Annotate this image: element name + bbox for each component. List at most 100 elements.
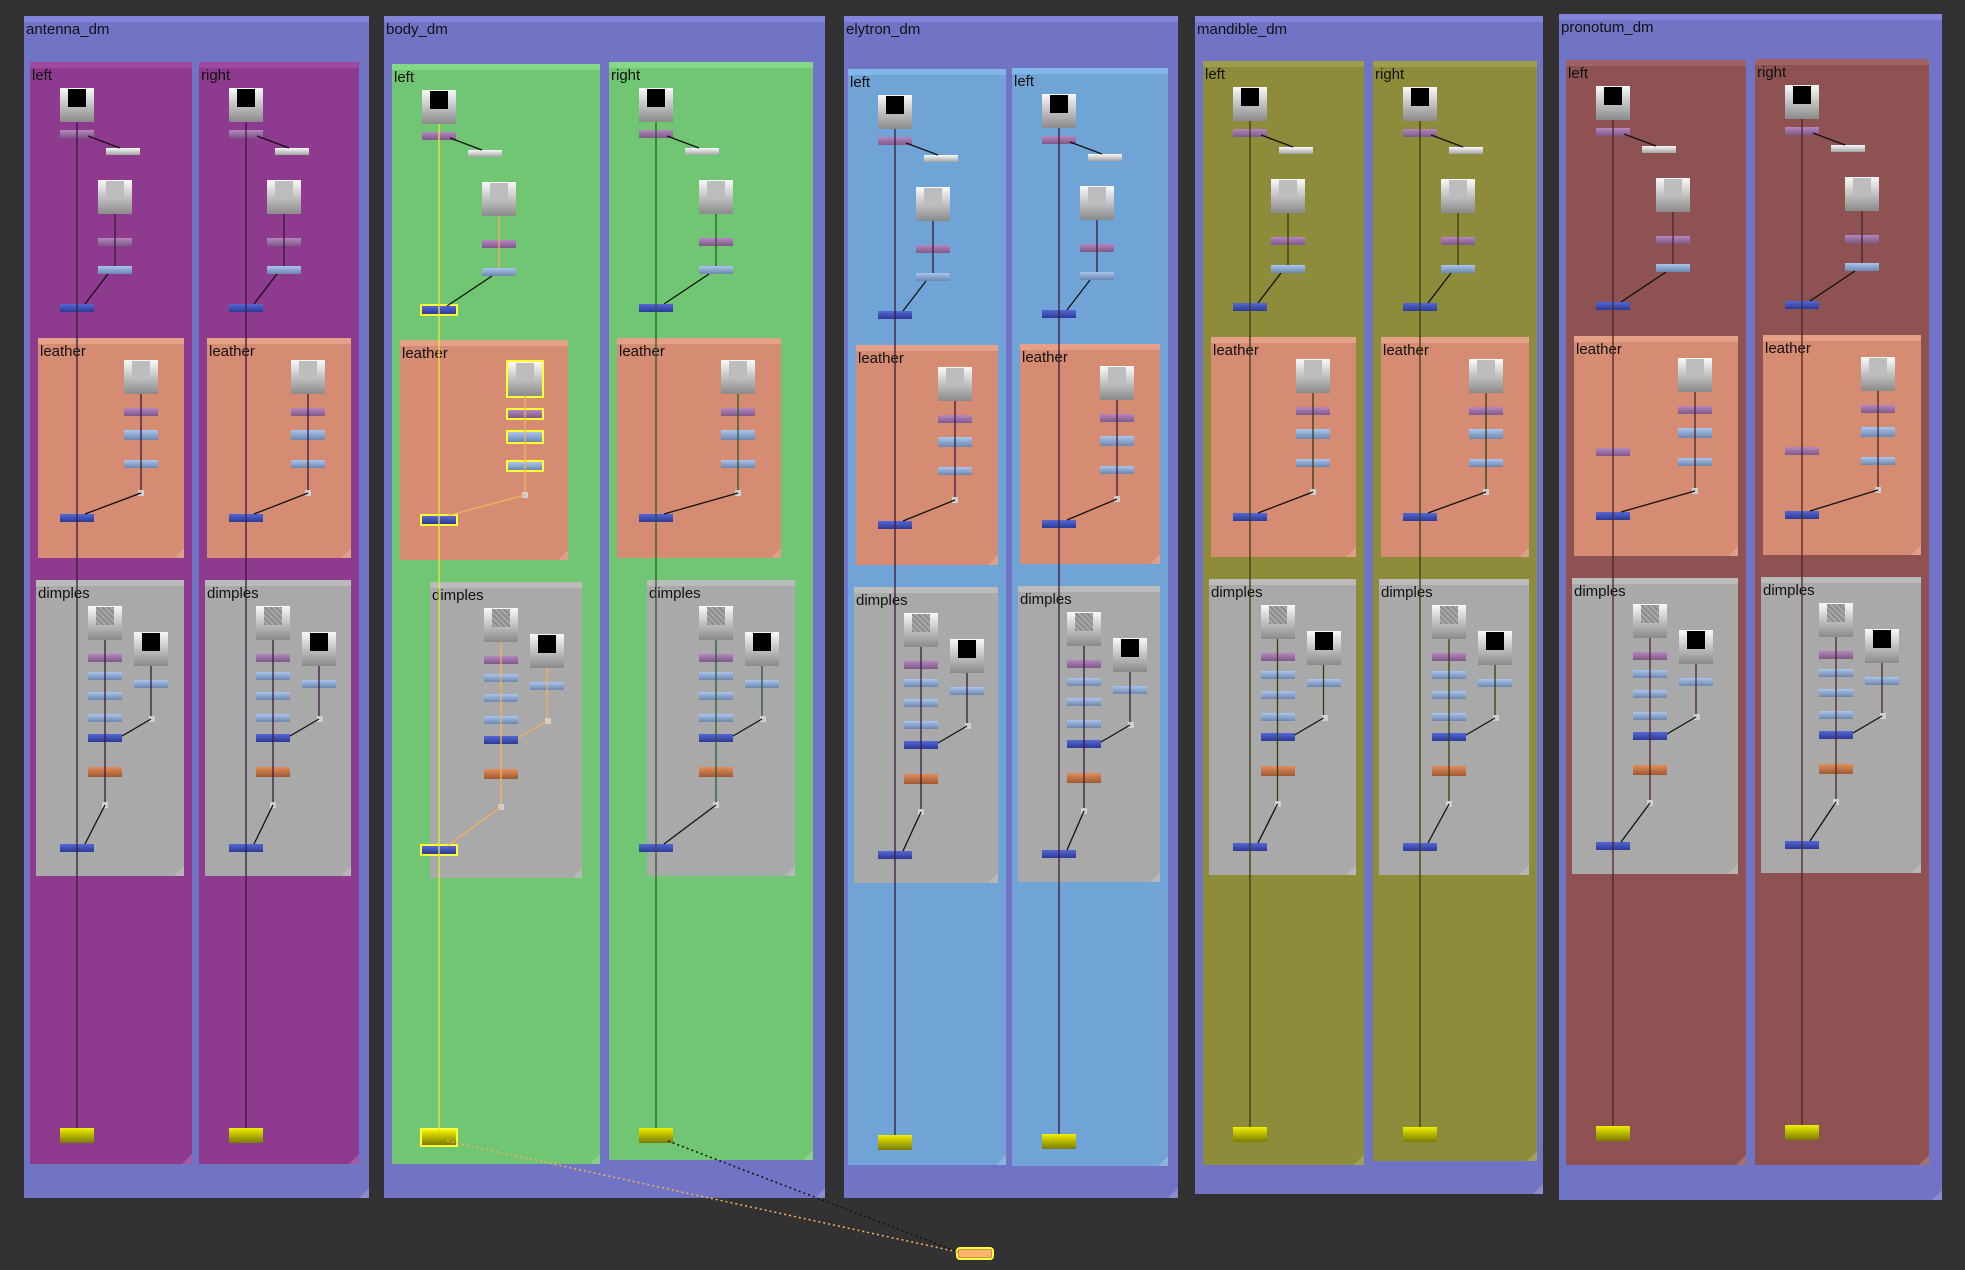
read-node[interactable]: [484, 608, 518, 642]
subgroup-title-bar[interactable]: [848, 69, 1006, 75]
resize-handle[interactable]: [1354, 1155, 1364, 1165]
read-node[interactable]: [699, 180, 733, 214]
write-node[interactable]: [60, 1128, 94, 1143]
grade-node[interactable]: [1432, 671, 1466, 679]
grade-node[interactable]: [699, 266, 733, 274]
colorspace-node[interactable]: [1100, 414, 1134, 422]
dot-node[interactable]: [1493, 715, 1499, 721]
merge-node[interactable]: [1067, 740, 1101, 748]
grade-node[interactable]: [484, 674, 518, 682]
colorspace-node[interactable]: [1067, 660, 1101, 668]
dot-node[interactable]: [1310, 489, 1316, 495]
merge-node[interactable]: [1596, 512, 1630, 520]
subgroup-title-bar[interactable]: [392, 64, 600, 70]
read-node[interactable]: [721, 360, 755, 394]
dot-node[interactable]: [1128, 722, 1134, 728]
read-node[interactable]: [1845, 177, 1879, 211]
resize-handle[interactable]: [815, 1188, 825, 1198]
merge-node[interactable]: [639, 514, 673, 522]
read-node[interactable]: [291, 360, 325, 394]
resize-handle[interactable]: [1911, 863, 1921, 873]
resize-handle[interactable]: [359, 1188, 369, 1198]
merge-node[interactable]: [1260, 733, 1295, 741]
read-node[interactable]: [1100, 366, 1134, 400]
dot-node[interactable]: [102, 802, 108, 808]
grade-node[interactable]: [484, 716, 518, 724]
resize-handle[interactable]: [803, 1150, 813, 1160]
merge-node[interactable]: [904, 741, 938, 749]
dot-node[interactable]: [1875, 487, 1881, 493]
grade-node[interactable]: [1656, 264, 1690, 272]
grade-node[interactable]: [721, 460, 755, 468]
colorspace-node[interactable]: [124, 408, 158, 416]
grade-node[interactable]: [938, 437, 972, 447]
section-leather[interactable]: leather: [617, 338, 781, 558]
merge-node[interactable]: [420, 514, 458, 526]
read-node[interactable]: [302, 632, 336, 666]
group-title-bar[interactable]: [384, 16, 825, 22]
read-node[interactable]: [422, 90, 456, 124]
read-node[interactable]: [878, 95, 912, 129]
write-node[interactable]: [1042, 1134, 1076, 1149]
resize-handle[interactable]: [1533, 1184, 1543, 1194]
dot-node[interactable]: [952, 497, 958, 503]
grade-node[interactable]: [1469, 459, 1503, 467]
dot-node[interactable]: [1114, 496, 1120, 502]
grade-node[interactable]: [1819, 689, 1853, 697]
resize-handle[interactable]: [1150, 554, 1160, 564]
grade-node[interactable]: [1478, 679, 1512, 687]
resize-handle[interactable]: [1158, 1156, 1168, 1166]
subgroup-title-bar[interactable]: [30, 62, 192, 68]
dot-node[interactable]: [735, 490, 741, 496]
resize-handle[interactable]: [1911, 545, 1921, 555]
read-node[interactable]: [1679, 630, 1713, 664]
resize-handle[interactable]: [1150, 872, 1160, 882]
merge-node[interactable]: [256, 734, 290, 742]
dot-node[interactable]: [918, 809, 924, 815]
read-node[interactable]: [745, 632, 779, 666]
colorspace-node[interactable]: [1042, 136, 1076, 144]
merge-node[interactable]: [878, 521, 912, 529]
merge-node[interactable]: [1633, 732, 1667, 740]
resize-handle[interactable]: [174, 548, 184, 558]
read-node[interactable]: [1042, 94, 1076, 128]
read-node[interactable]: [1233, 87, 1267, 121]
read-node[interactable]: [1260, 605, 1295, 639]
resize-handle[interactable]: [1932, 1190, 1942, 1200]
grade-node[interactable]: [1679, 678, 1713, 686]
info-node[interactable]: [685, 148, 719, 155]
read-node[interactable]: [639, 88, 673, 122]
grade-node[interactable]: [904, 699, 938, 707]
section-leather[interactable]: leather: [1763, 335, 1921, 555]
blur-node[interactable]: [484, 769, 518, 779]
grade-node[interactable]: [950, 687, 984, 695]
colorspace-node[interactable]: [1861, 405, 1895, 413]
grade-node[interactable]: [256, 692, 290, 700]
dot-node[interactable]: [522, 492, 528, 498]
write-node[interactable]: [1233, 1127, 1267, 1142]
merge-node[interactable]: [1596, 842, 1630, 850]
grade-node[interactable]: [1678, 428, 1712, 438]
colorspace-node[interactable]: [699, 654, 733, 662]
grade-node[interactable]: [256, 714, 290, 722]
output-node[interactable]: [956, 1247, 994, 1260]
dot-node[interactable]: [305, 490, 311, 496]
read-node[interactable]: [1678, 358, 1712, 392]
section-leather[interactable]: leather: [400, 340, 568, 560]
info-node[interactable]: [1831, 145, 1865, 152]
section-leather[interactable]: leather: [207, 338, 351, 558]
dot-node[interactable]: [965, 723, 971, 729]
grade-node[interactable]: [904, 679, 938, 687]
section-leather[interactable]: leather: [1211, 337, 1356, 557]
section-leather[interactable]: leather: [856, 345, 998, 565]
grade-node[interactable]: [1865, 677, 1899, 685]
grade-node[interactable]: [1819, 669, 1853, 677]
read-node[interactable]: [950, 639, 984, 673]
colorspace-node[interactable]: [1260, 653, 1295, 661]
info-node[interactable]: [275, 148, 309, 155]
resize-handle[interactable]: [785, 866, 795, 876]
colorspace-node[interactable]: [1233, 129, 1267, 137]
merge-node[interactable]: [60, 514, 94, 522]
colorspace-node[interactable]: [1441, 237, 1475, 245]
read-node[interactable]: [88, 606, 122, 640]
